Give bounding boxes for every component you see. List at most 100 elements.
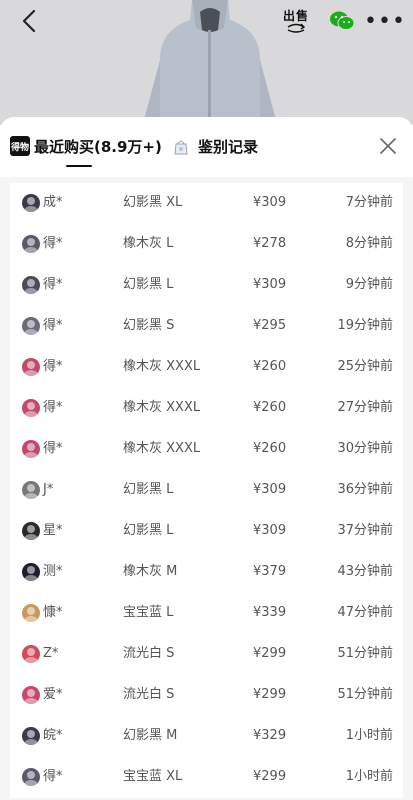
item-variant: 流光白 S	[123, 646, 175, 661]
buyer-name: 皖*	[43, 728, 63, 743]
avatar	[22, 522, 40, 540]
purchase-time: 7分钟前	[345, 195, 393, 210]
purchase-sheet: 得物 最近购买(8.9万+) 鉴别记录 成* 幻影黑 XL ¥309 7分钟前得* 橡木…	[0, 117, 413, 800]
purchase-row: 得* 幻影黑 L ¥309 9分钟前	[10, 265, 403, 306]
avatar	[22, 317, 40, 335]
purchase-row: 慷* 宝宝蓝 L ¥339 47分钟前	[10, 593, 403, 634]
price: ¥309	[253, 523, 287, 538]
buyer-name: 得*	[43, 236, 63, 251]
purchase-row: 得* 橡木灰 XXXL ¥260 27分钟前	[10, 388, 403, 429]
item-variant: 幻影黑 L	[123, 523, 174, 538]
sheet-tabs: 得物 最近购买(8.9万+) 鉴别记录	[0, 117, 413, 177]
buyer-name: 爱*	[43, 687, 63, 702]
buyer-name: 得*	[43, 400, 63, 415]
purchase-row: 成* 幻影黑 XL ¥309 7分钟前	[10, 183, 403, 224]
avatar	[22, 194, 40, 212]
purchase-time: 51分钟前	[337, 687, 393, 702]
item-variant: 幻影黑 L	[123, 482, 174, 497]
price: ¥295	[253, 318, 287, 333]
buyer-name: 测*	[43, 564, 63, 579]
purchase-time: 9分钟前	[345, 277, 393, 292]
item-variant: 流光白 S	[123, 687, 175, 702]
avatar	[22, 276, 40, 294]
dewu-logo-icon: 得物	[10, 136, 30, 156]
purchase-time: 37分钟前	[337, 523, 393, 538]
price: ¥260	[253, 441, 287, 456]
avatar	[22, 686, 40, 704]
buyer-name: 成*	[43, 195, 63, 210]
product-image: 出售 •••	[0, 0, 413, 125]
more-icon: •••	[364, 8, 406, 34]
appraisal-bag-icon	[174, 140, 188, 155]
buyer-name: J*	[43, 482, 54, 497]
avatar	[22, 645, 40, 663]
buyer-name: 得*	[43, 359, 63, 374]
purchase-row: 爱* 流光白 S ¥299 51分钟前	[10, 675, 403, 716]
item-variant: 橡木灰 XXXL	[123, 359, 201, 374]
item-variant: 幻影黑 XL	[123, 195, 183, 210]
item-variant: 宝宝蓝 XL	[123, 769, 183, 784]
buyer-name: 得*	[43, 277, 63, 292]
purchase-time: 30分钟前	[337, 441, 393, 456]
avatar	[22, 440, 40, 458]
purchase-time: 47分钟前	[337, 605, 393, 620]
price: ¥339	[253, 605, 287, 620]
purchase-time: 51分钟前	[337, 646, 393, 661]
purchase-time: 1小时前	[345, 769, 393, 784]
sell-label: 出售	[282, 9, 309, 23]
price: ¥379	[253, 564, 287, 579]
item-variant: 幻影黑 M	[123, 728, 178, 743]
exchange-icon	[287, 23, 306, 33]
buyer-name: 得*	[43, 318, 63, 333]
item-variant: 橡木灰 XXXL	[123, 441, 201, 456]
purchase-row: 得* 橡木灰 XXXL ¥260 25分钟前	[10, 347, 403, 388]
buyer-name: Z*	[43, 646, 59, 661]
purchase-time: 27分钟前	[337, 400, 393, 415]
price: ¥299	[253, 687, 287, 702]
more-button[interactable]: •••	[364, 8, 405, 34]
avatar	[22, 768, 40, 786]
purchase-time: 43分钟前	[337, 564, 393, 579]
price: ¥299	[253, 769, 287, 784]
buyer-name: 星*	[43, 523, 63, 538]
wechat-share-button[interactable]	[329, 8, 355, 34]
avatar	[22, 358, 40, 376]
purchase-row: 得* 宝宝蓝 XL ¥299 1小时前	[10, 757, 403, 798]
purchase-row: 皖* 幻影黑 M ¥329 1小时前	[10, 716, 403, 757]
price: ¥260	[253, 359, 287, 374]
close-button[interactable]	[379, 137, 397, 155]
tab-appraisal-records[interactable]: 鉴别记录	[172, 135, 258, 157]
avatar	[22, 481, 40, 499]
tab-appraisal-records-label: 鉴别记录	[198, 137, 259, 156]
item-variant: 橡木灰 XXXL	[123, 400, 201, 415]
purchase-time: 1小时前	[345, 728, 393, 743]
purchase-row: 得* 橡木灰 XXXL ¥260 30分钟前	[10, 429, 403, 470]
avatar	[22, 563, 40, 581]
purchase-time: 25分钟前	[337, 359, 393, 374]
purchase-time: 8分钟前	[345, 236, 393, 251]
tab-recent-purchases[interactable]: 得物 最近购买(8.9万+)	[10, 135, 162, 157]
buyer-name: 得*	[43, 769, 63, 784]
chevron-left-icon	[22, 9, 36, 33]
price: ¥299	[253, 646, 287, 661]
purchase-row: 测* 橡木灰 M ¥379 43分钟前	[10, 552, 403, 593]
purchase-row: 得* 橡木灰 L ¥278 8分钟前	[10, 224, 403, 265]
avatar	[22, 727, 40, 745]
back-button[interactable]	[14, 6, 44, 36]
close-icon	[380, 138, 396, 154]
purchase-time: 36分钟前	[337, 482, 393, 497]
price: ¥260	[253, 400, 287, 415]
avatar	[22, 604, 40, 622]
price: ¥309	[253, 482, 287, 497]
item-variant: 宝宝蓝 L	[123, 605, 174, 620]
wechat-icon	[330, 11, 355, 30]
item-variant: 橡木灰 M	[123, 564, 178, 579]
purchase-row: 得* 幻影黑 S ¥295 19分钟前	[10, 306, 403, 347]
purchase-time: 19分钟前	[337, 318, 393, 333]
sell-button[interactable]: 出售	[280, 6, 312, 36]
item-variant: 橡木灰 L	[123, 236, 174, 251]
item-variant: 幻影黑 L	[123, 277, 174, 292]
avatar	[22, 235, 40, 253]
jacket-image	[142, 0, 278, 125]
purchase-row: Z* 流光白 S ¥299 51分钟前	[10, 634, 403, 675]
